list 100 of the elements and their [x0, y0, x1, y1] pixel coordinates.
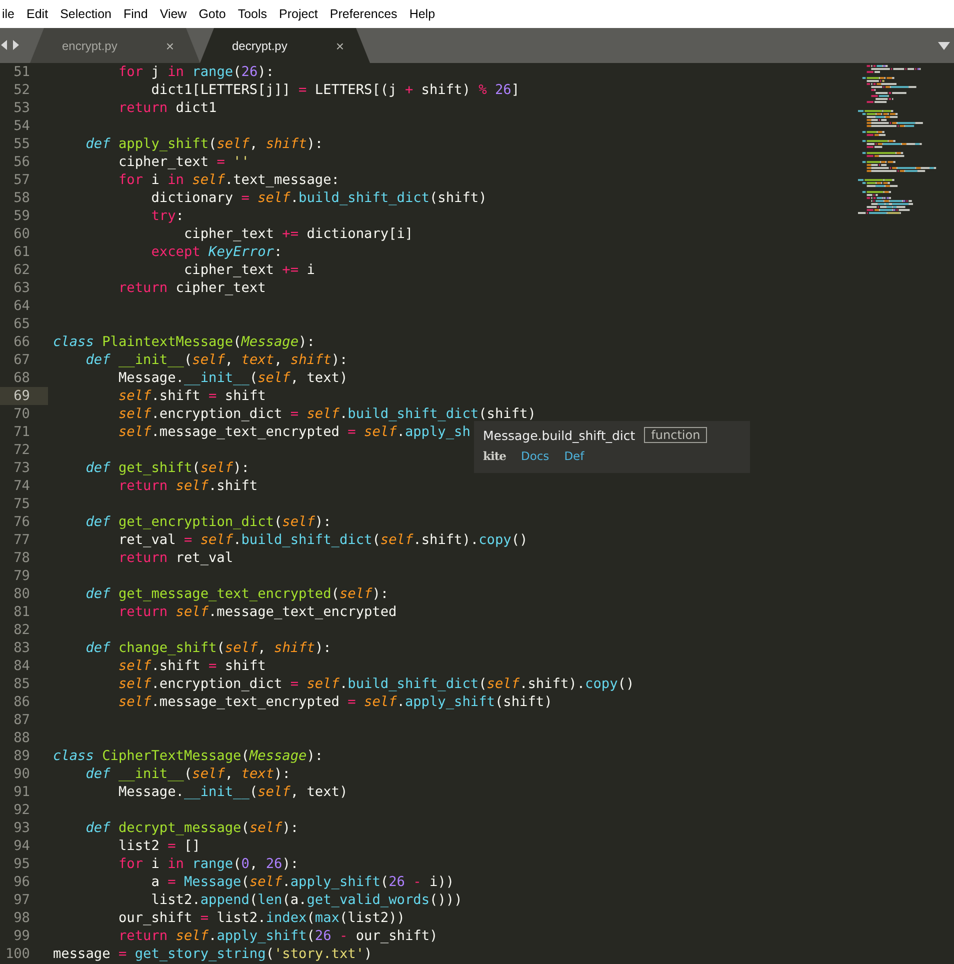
line-number: 75 [12, 495, 31, 513]
code-line: except KeyError: [150, 243, 282, 261]
code-line: return dict1 [117, 99, 217, 117]
code-line: a = Message(self.apply_shift(26 - i)) [150, 873, 454, 891]
code-line: for j in range(26): [117, 63, 274, 81]
line-number: 67 [12, 351, 31, 369]
line-number: 63 [12, 279, 31, 297]
line-number: 83 [12, 639, 31, 657]
code-line: self.shift = shift [117, 387, 266, 405]
line-number: 100 [4, 945, 31, 963]
code-line: list2 = [] [117, 837, 200, 855]
line-number: 57 [12, 171, 31, 189]
line-number: 51 [12, 63, 31, 81]
tooltip-link[interactable]: Docs [520, 449, 550, 463]
code-line: self.message_text_encrypted = self.apply_sh [117, 423, 470, 441]
menu-item[interactable]: Find [118, 7, 154, 21]
line-number: 76 [12, 513, 31, 531]
kite-logo: kite [483, 449, 506, 463]
code-line: cipher_text += dictionary[i] [182, 225, 414, 243]
menu-item[interactable]: Preferences [324, 7, 404, 21]
type-label: function [644, 427, 708, 443]
file-tab[interactable]: decrypt.py × [200, 28, 370, 63]
line-number: 61 [12, 243, 31, 261]
tooltip-link[interactable]: Def [564, 449, 584, 463]
line-number: 94 [12, 837, 31, 855]
line-number: 64 [12, 297, 31, 315]
line-number: 84 [12, 657, 31, 675]
menu-item[interactable]: Help [403, 7, 442, 21]
file-tab[interactable]: encrypt.py × [30, 28, 200, 63]
line-number: 72 [12, 441, 31, 459]
code-line: return cipher_text [117, 279, 266, 297]
code-line: return ret_val [117, 549, 234, 567]
line-number: 53 [12, 99, 31, 117]
close-tab-button[interactable]: × [336, 38, 344, 54]
code-line: dict1[LETTERS[j]] = LETTERS[(j + shift) % 26] [150, 81, 520, 99]
line-number: 82 [12, 621, 31, 639]
code-line: ret_val = self.build_shift_dict(self.shift).copy() [117, 531, 528, 549]
line-number: 92 [12, 801, 31, 819]
code-line: def get_encryption_dict(self): [84, 513, 332, 531]
code-line: def __init__(self, text, shift): [84, 351, 348, 369]
line-number: 90 [12, 765, 31, 783]
code-line: list2.append(len(a.get_valid_words())) [150, 891, 462, 909]
menu-item[interactable]: Edit [20, 7, 54, 21]
code-line: for i in range(0, 26): [117, 855, 299, 873]
code-line: self.encryption_dict = self.build_shift_dict(self.shift).copy() [117, 675, 634, 693]
line-number: 91 [12, 783, 31, 801]
code-line: def change_shift(self, shift): [84, 639, 332, 657]
code-line: def __init__(self, text): [84, 765, 290, 783]
function-signature: Message.build_shift_dict [483, 428, 636, 442]
code-line: our_shift = list2.index(max(list2)) [117, 909, 405, 927]
line-number: 60 [12, 225, 31, 243]
line-number: 54 [12, 117, 31, 135]
menu-item[interactable]: Project [273, 7, 324, 21]
code-line: Message.__init__(self, text) [117, 369, 348, 387]
line-number: 71 [12, 423, 31, 441]
code-line: message = get_story_string('story.txt') [53, 945, 372, 963]
line-number: 56 [12, 153, 31, 171]
code-line: class CipherTextMessage(Message): [53, 747, 324, 765]
code-line: def get_message_text_encrypted(self): [84, 585, 389, 603]
code-line: class PlaintextMessage(Message): [53, 333, 315, 351]
line-number: 87 [12, 711, 31, 729]
line-number: 74 [12, 477, 31, 495]
line-number: 59 [12, 207, 31, 225]
code-line: dictionary = self.build_shift_dict(shift) [150, 189, 487, 207]
menu-item[interactable]: Tools [232, 7, 273, 21]
code-line: return self.message_text_encrypted [117, 603, 397, 621]
code-line: self.message_text_encrypted = self.apply_shift(shift) [117, 693, 552, 711]
line-number: 85 [12, 675, 31, 693]
code-line: for i in self.text_message: [117, 171, 340, 189]
line-number: 86 [12, 693, 31, 711]
line-number: 98 [12, 909, 31, 927]
line-number: 73 [12, 459, 31, 477]
code-line: def apply_shift(self, shift): [84, 135, 324, 153]
line-number: 69 [0, 387, 48, 405]
minimap-drawing[interactable] [858, 65, 938, 217]
line-number: 65 [12, 315, 31, 333]
line-number: 80 [12, 585, 31, 603]
menu-item[interactable]: ile [0, 7, 21, 21]
close-tab-button[interactable]: × [166, 38, 174, 54]
code-line: Message.__init__(self, text) [117, 783, 348, 801]
line-number: 58 [12, 189, 31, 207]
menu-item[interactable]: Selection [54, 7, 118, 21]
menu-item[interactable]: View [154, 7, 193, 21]
line-number: 95 [12, 855, 31, 873]
code-line: def get_shift(self): [84, 459, 250, 477]
line-number: 66 [12, 333, 31, 351]
line-number: 55 [12, 135, 31, 153]
code-line: return self.apply_shift(26 - our_shift) [117, 927, 438, 945]
code-line: self.shift = shift [117, 657, 266, 675]
code-line: self.encryption_dict = self.build_shift_dict(shift) [117, 405, 536, 423]
line-number: 93 [12, 819, 31, 837]
line-number: 96 [12, 873, 31, 891]
code-line: try: [150, 207, 184, 225]
tab-list-dropdown-icon[interactable] [938, 41, 950, 51]
line-number: 79 [12, 567, 31, 585]
code-line: def decrypt_message(self): [84, 819, 299, 837]
code-line: cipher_text = '' [117, 153, 250, 171]
line-number: 52 [12, 81, 31, 99]
line-number: 97 [12, 891, 31, 909]
menu-item[interactable]: Goto [192, 7, 232, 21]
